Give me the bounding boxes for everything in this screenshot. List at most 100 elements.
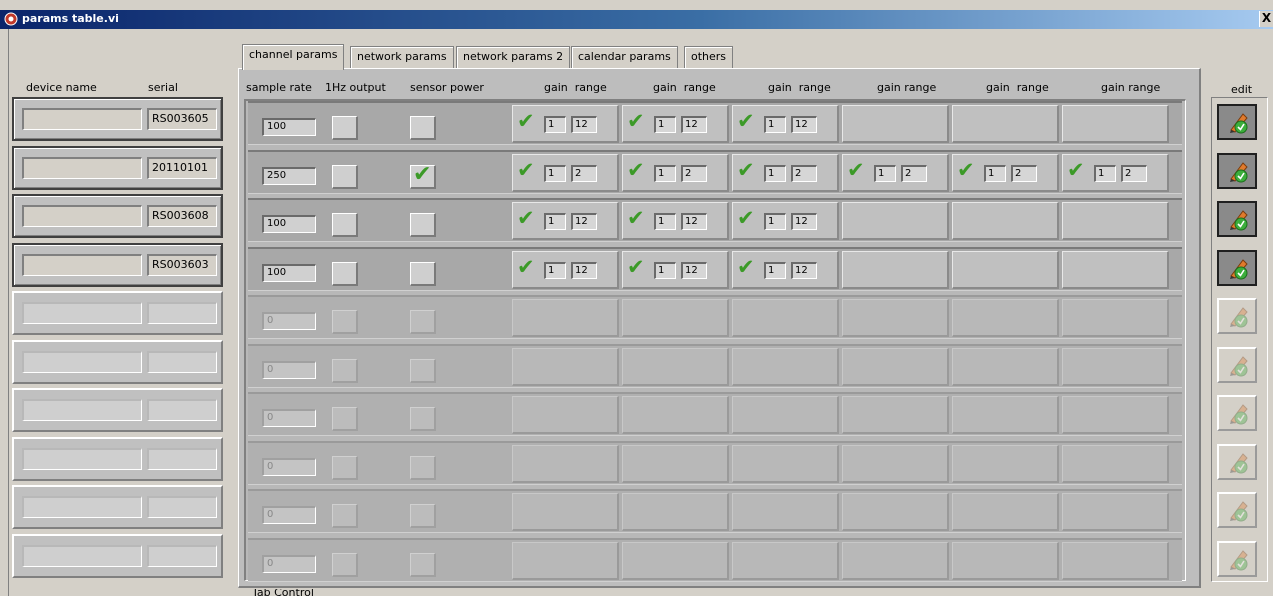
edit-button[interactable] (1217, 346, 1257, 383)
channel-enabled-checkbox[interactable]: ✔ (627, 110, 645, 132)
gain-field[interactable]: 1 (654, 116, 676, 133)
1hz-output-checkbox[interactable] (332, 455, 358, 480)
sample-rate-field[interactable]: 0 (262, 360, 316, 379)
gain-field[interactable]: 1 (544, 116, 566, 133)
range-field[interactable]: 2 (1121, 164, 1147, 182)
edit-button[interactable] (1217, 249, 1257, 286)
sensor-power-checkbox[interactable]: ✔ (410, 163, 436, 189)
range-field[interactable]: 12 (791, 213, 817, 230)
channel-enabled-checkbox[interactable]: ✔ (517, 207, 535, 229)
gain-field[interactable]: 1 (764, 213, 786, 230)
range-field[interactable]: 12 (791, 116, 817, 133)
sensor-power-checkbox[interactable] (410, 116, 436, 140)
device-name-field[interactable] (22, 447, 142, 470)
sample-rate-field[interactable]: 0 (262, 506, 316, 524)
tab-network-params[interactable]: network params (350, 46, 454, 69)
serial-field[interactable]: RS003603 (147, 253, 217, 276)
sample-rate-field[interactable]: 100 (262, 263, 316, 282)
range-field[interactable]: 12 (571, 213, 597, 230)
channel-enabled-checkbox[interactable]: ✔ (627, 159, 645, 181)
channel-enabled-checkbox[interactable]: ✔ (517, 159, 535, 181)
range-field[interactable]: 2 (681, 164, 707, 182)
sample-rate-field[interactable]: 0 (262, 409, 316, 427)
sensor-power-checkbox[interactable] (410, 358, 436, 383)
range-field[interactable]: 2 (901, 164, 927, 182)
device-name-field[interactable] (22, 205, 142, 227)
1hz-output-checkbox[interactable] (332, 552, 358, 577)
device-name-field[interactable] (22, 253, 142, 276)
sensor-power-checkbox[interactable] (410, 455, 436, 480)
range-field[interactable]: 2 (571, 164, 597, 182)
1hz-output-checkbox[interactable] (332, 164, 358, 189)
range-field[interactable]: 12 (681, 261, 707, 279)
channel-enabled-checkbox[interactable]: ✔ (627, 256, 645, 278)
edit-button[interactable] (1217, 492, 1257, 528)
edit-button[interactable] (1217, 540, 1257, 577)
edit-button[interactable] (1217, 395, 1257, 431)
edit-button[interactable] (1217, 152, 1257, 189)
device-name-field[interactable] (22, 302, 142, 324)
device-name-field[interactable] (22, 108, 142, 130)
edit-button[interactable] (1217, 298, 1257, 334)
serial-field[interactable] (147, 302, 217, 324)
serial-field[interactable]: RS003608 (147, 205, 217, 227)
tab-channel-params[interactable]: channel params (242, 44, 345, 70)
channel-enabled-checkbox[interactable]: ✔ (847, 159, 865, 181)
tab-calendar-params[interactable]: calendar params (571, 46, 678, 69)
1hz-output-checkbox[interactable] (332, 407, 358, 431)
channel-enabled-checkbox[interactable]: ✔ (1067, 159, 1085, 181)
range-field[interactable]: 12 (571, 261, 597, 279)
1hz-output-checkbox[interactable] (332, 213, 358, 237)
sample-rate-field[interactable]: 100 (262, 118, 316, 136)
1hz-output-checkbox[interactable] (332, 310, 358, 334)
channel-enabled-checkbox[interactable]: ✔ (517, 110, 535, 132)
gain-field[interactable]: 1 (544, 261, 566, 279)
device-name-field[interactable] (22, 156, 142, 179)
channel-enabled-checkbox[interactable]: ✔ (737, 256, 755, 278)
sample-rate-field[interactable]: 250 (262, 166, 316, 185)
1hz-output-checkbox[interactable] (332, 116, 358, 140)
channel-enabled-checkbox[interactable]: ✔ (957, 159, 975, 181)
edit-button[interactable] (1217, 201, 1257, 237)
1hz-output-checkbox[interactable] (332, 358, 358, 383)
serial-field[interactable]: 20110101 (147, 156, 217, 179)
device-name-field[interactable] (22, 544, 142, 567)
sample-rate-field[interactable]: 0 (262, 457, 316, 476)
range-field[interactable]: 2 (1011, 164, 1037, 182)
device-name-field[interactable] (22, 399, 142, 421)
1hz-output-checkbox[interactable] (332, 504, 358, 528)
gain-field[interactable]: 1 (1094, 164, 1116, 182)
range-field[interactable]: 2 (791, 164, 817, 182)
gain-field[interactable]: 1 (764, 164, 786, 182)
channel-enabled-checkbox[interactable]: ✔ (517, 256, 535, 278)
edit-button[interactable] (1217, 104, 1257, 140)
serial-field[interactable] (147, 399, 217, 421)
sensor-power-checkbox[interactable] (410, 261, 436, 286)
serial-field[interactable] (147, 350, 217, 373)
sample-rate-field[interactable]: 100 (262, 215, 316, 233)
gain-field[interactable]: 1 (764, 261, 786, 279)
sensor-power-checkbox[interactable] (410, 504, 436, 528)
gain-field[interactable]: 1 (764, 116, 786, 133)
device-name-field[interactable] (22, 496, 142, 518)
channel-enabled-checkbox[interactable]: ✔ (737, 207, 755, 229)
tab-others[interactable]: others (684, 46, 734, 69)
sensor-power-checkbox[interactable] (410, 552, 436, 577)
sensor-power-checkbox[interactable] (410, 310, 436, 334)
tab-network-params-2[interactable]: network params 2 (456, 46, 571, 69)
sensor-power-checkbox[interactable] (410, 213, 436, 237)
channel-enabled-checkbox[interactable]: ✔ (627, 207, 645, 229)
channel-enabled-checkbox[interactable]: ✔ (737, 110, 755, 132)
range-field[interactable]: 12 (571, 116, 597, 133)
gain-field[interactable]: 1 (544, 213, 566, 230)
1hz-output-checkbox[interactable] (332, 261, 358, 286)
sensor-power-checkbox[interactable] (410, 407, 436, 431)
close-icon[interactable]: X (1259, 11, 1273, 27)
serial-field[interactable] (147, 544, 217, 567)
sample-rate-field[interactable]: 0 (262, 312, 316, 330)
device-name-field[interactable] (22, 350, 142, 373)
serial-field[interactable] (147, 496, 217, 518)
range-field[interactable]: 12 (681, 116, 707, 133)
channel-enabled-checkbox[interactable]: ✔ (737, 159, 755, 181)
gain-field[interactable]: 1 (984, 164, 1006, 182)
